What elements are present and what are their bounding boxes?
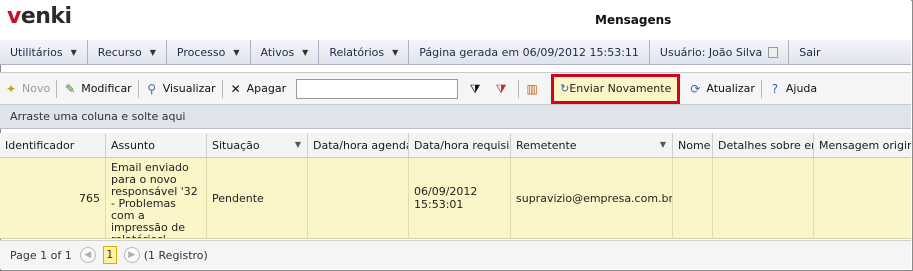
chevron-down-icon: ▼: [302, 47, 309, 57]
col-label: Nome: [678, 138, 711, 152]
page-title: Mensagens: [595, 13, 672, 27]
menu-label: Ativos: [260, 45, 295, 59]
menu-label: Utilitários: [10, 45, 63, 59]
chevron-down-icon: ▼: [149, 47, 156, 57]
refresh-button[interactable]: ⟳ Atualizar: [684, 77, 759, 101]
edit-icon: ✎: [65, 81, 76, 96]
col-label: Detalhes sobre envio: [718, 138, 813, 152]
user-icon: [768, 46, 779, 58]
search-input[interactable]: [296, 78, 459, 99]
view-button[interactable]: ⚲ Visualizar: [141, 77, 220, 101]
main-menubar: Utilitários ▼ Recurso ▼ Processo ▼ Ativos ▼ …: [0, 40, 911, 65]
col-label: Situação: [212, 138, 260, 152]
menu-recurso[interactable]: Recurso ▼: [88, 40, 167, 64]
delete-x-icon: ✕: [230, 81, 241, 96]
delete-label: Apagar: [246, 82, 287, 95]
new-button[interactable]: ✦ Novo: [0, 77, 54, 101]
modify-button[interactable]: ✎ Modificar: [59, 77, 136, 101]
generated-at: Página gerada em 06/09/2012 15:53:11: [409, 40, 650, 64]
menu-label: Relatórios: [329, 45, 385, 59]
refresh-icon: ⟳: [690, 81, 701, 96]
col-header-situacao[interactable]: Situação ▼: [207, 133, 308, 157]
cell-detalhes: [713, 158, 814, 238]
venki-logo: venki: [7, 4, 72, 29]
grid-header: Identificador Assunto Situação ▼ Data/hor…: [0, 133, 911, 158]
group-drop-area[interactable]: Arraste uma coluna e solte aqui: [0, 105, 911, 129]
clear-filter-icon: ⧩: [495, 81, 507, 96]
col-header-mensagem[interactable]: Mensagem original: [814, 133, 911, 157]
prev-page-button[interactable]: ◀: [79, 247, 96, 263]
page-summary: Page 1 of 1: [10, 248, 72, 262]
columns-icon: ▥: [526, 81, 538, 96]
resend-label: Enviar Novamente: [569, 82, 672, 95]
cell-situacao: Pendente: [207, 158, 308, 238]
magnifier-icon: ⚲: [147, 81, 157, 96]
toolbar: ✦ Novo ✎ Modificar ⚲ Visualizar ✕ Apagar…: [0, 72, 911, 105]
col-header-identificador[interactable]: Identificador: [0, 133, 106, 157]
col-label: Assunto: [111, 138, 155, 152]
columns-button[interactable]: ▥: [521, 77, 547, 101]
menu-label: Recurso: [97, 45, 142, 59]
filter-button[interactable]: ⧩: [464, 77, 490, 101]
new-document-icon: ✦: [5, 81, 17, 96]
cell-data-agendada: [308, 158, 409, 238]
clear-filter-button[interactable]: ⧩: [490, 77, 516, 101]
filter-icon: ⧩: [469, 81, 481, 96]
next-page-button[interactable]: ▶: [123, 247, 140, 263]
col-header-data-agendada[interactable]: Data/hora agendada: [308, 133, 409, 157]
delete-button[interactable]: ✕ Apagar: [225, 77, 291, 101]
toolbar-divider: [137, 79, 139, 98]
menu-utilitarios[interactable]: Utilitários ▼: [0, 40, 88, 64]
filter-icon[interactable]: ▼: [660, 140, 666, 149]
resend-button[interactable]: ↻ Enviar Novamente: [551, 73, 681, 104]
refresh-label: Atualizar: [706, 82, 755, 95]
cell-assunto: Email enviado para o novo responsável '3…: [106, 158, 207, 238]
col-label: Identificador: [5, 138, 75, 152]
menu-ativos[interactable]: Ativos ▼: [251, 40, 320, 64]
chevron-down-icon: ▼: [392, 47, 399, 57]
toolbar-divider: [56, 79, 58, 98]
col-label: Data/hora agendada: [313, 138, 408, 152]
record-count: (1 Registro): [143, 248, 208, 262]
app-header: venki Mensagens: [0, 0, 911, 41]
menu-label: Processo: [176, 45, 226, 59]
cell-nome: [673, 158, 713, 238]
toolbar-divider: [518, 79, 520, 98]
filter-icon[interactable]: ▼: [295, 140, 301, 149]
chevron-down-icon: ▼: [233, 47, 240, 57]
modify-label: Modificar: [81, 82, 132, 95]
col-label: Mensagem original: [819, 138, 911, 152]
cell-identificador: 765: [0, 158, 106, 238]
toolbar-divider: [221, 79, 223, 98]
menu-relatorios[interactable]: Relatórios ▼: [319, 40, 410, 64]
resend-icon: ↻: [560, 82, 570, 95]
logout-link[interactable]: Sair: [789, 40, 830, 64]
cell-data-requisicao: 06/09/2012 15:53:01: [409, 158, 511, 238]
menu-processo[interactable]: Processo ▼: [167, 40, 251, 64]
col-header-nome[interactable]: Nome: [673, 133, 713, 157]
col-header-remetente[interactable]: Remetente ▼: [511, 133, 673, 157]
pager: Page 1 of 1 ◀ 1 ▶ (1 Registro): [0, 240, 911, 269]
current-user[interactable]: Usuário: João Silva: [650, 40, 790, 64]
help-button[interactable]: ? Ajuda: [764, 77, 821, 101]
new-label: Novo: [22, 82, 51, 95]
col-header-assunto[interactable]: Assunto: [106, 133, 207, 157]
toolbar-divider: [760, 79, 762, 98]
current-page[interactable]: 1: [102, 246, 117, 264]
help-icon: ?: [771, 81, 779, 96]
col-label: Remetente: [516, 138, 577, 152]
cell-remetente: supravizio@empresa.com.br: [511, 158, 673, 238]
cell-mensagem: [814, 158, 911, 238]
help-label: Ajuda: [785, 82, 818, 95]
chevron-down-icon: ▼: [70, 47, 77, 57]
table-row[interactable]: 765 Email enviado para o novo responsáve…: [0, 158, 911, 239]
user-label: Usuário: João Silva: [659, 45, 763, 59]
col-header-data-requisicao[interactable]: Data/hora requisição: [409, 133, 511, 157]
col-label: Data/hora requisição: [414, 138, 510, 152]
view-label: Visualizar: [162, 82, 216, 95]
col-header-detalhes[interactable]: Detalhes sobre envio: [713, 133, 814, 157]
